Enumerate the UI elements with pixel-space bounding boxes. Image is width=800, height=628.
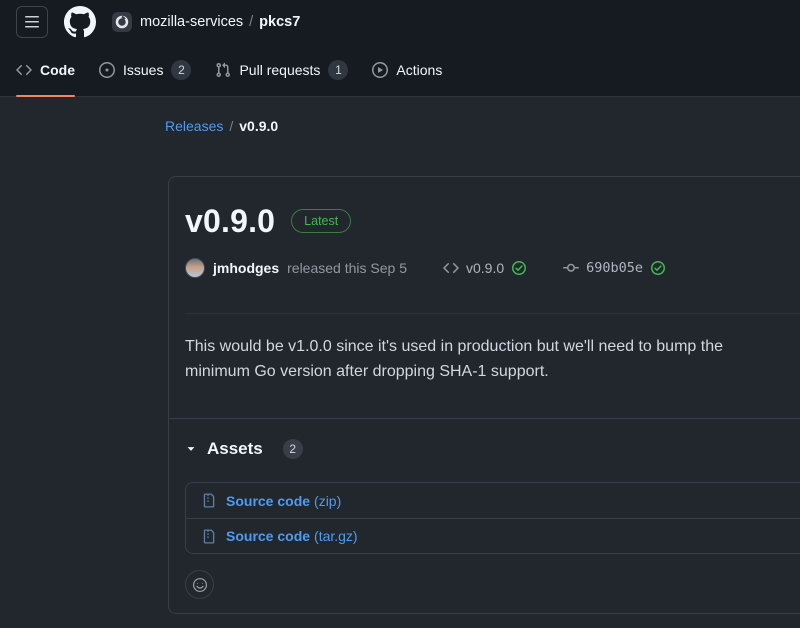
github-logo-icon[interactable]	[64, 6, 96, 38]
released-text: released this Sep 5	[287, 260, 407, 276]
current-release: v0.9.0	[239, 118, 278, 134]
pull-requests-count-badge: 1	[328, 60, 348, 80]
release-meta: jmhodges released this Sep 5 v0.9.0	[185, 257, 800, 279]
asset-row: Source code(zip)	[186, 483, 800, 518]
org-avatar[interactable]	[112, 12, 132, 32]
caret-down-icon	[185, 443, 197, 455]
tab-issues[interactable]: Issues 2	[91, 47, 199, 93]
verified-check-icon	[650, 260, 666, 276]
git-commit-icon	[563, 260, 579, 276]
author-name[interactable]: jmhodges	[213, 260, 279, 276]
tab-code[interactable]: Code	[8, 47, 83, 93]
git-pull-request-icon	[215, 62, 231, 78]
assets-section: Assets 2 Source code(zip) Source	[169, 418, 800, 615]
asset-link-targz[interactable]: Source code(tar.gz)	[226, 528, 358, 544]
tag-code-icon	[443, 260, 459, 276]
tab-label: Issues	[123, 62, 163, 78]
global-header: mozilla-services / pkcs7	[0, 0, 800, 44]
assets-title: Assets	[207, 439, 263, 459]
repo-nav-tabs: Code Issues 2 Pull requests 1 Actions	[0, 44, 800, 97]
release-description: This would be v1.0.0 since it's used in …	[185, 314, 769, 418]
issues-count-badge: 2	[171, 60, 191, 80]
code-icon	[16, 62, 32, 78]
assets-list: Source code(zip) Source code(tar.gz)	[185, 482, 800, 554]
hamburger-menu-button[interactable]	[16, 6, 48, 38]
assets-count-badge: 2	[283, 439, 303, 459]
file-zip-icon	[202, 529, 217, 544]
add-reaction-button[interactable]	[185, 570, 214, 599]
breadcrumb-separator: /	[229, 118, 233, 134]
commit-ref[interactable]: 690b05e	[563, 260, 666, 276]
smiley-icon	[192, 577, 208, 593]
release-header: v0.9.0 Latest jmhodges released this Sep…	[169, 177, 800, 418]
release-breadcrumb: Releases / v0.9.0	[165, 118, 800, 134]
breadcrumb-separator: /	[249, 14, 253, 30]
asset-link-zip[interactable]: Source code(zip)	[226, 493, 341, 509]
org-link[interactable]: mozilla-services	[140, 14, 243, 30]
github-release-page: mozilla-services / pkcs7 Code Issues 2 P…	[0, 0, 800, 614]
asset-row: Source code(tar.gz)	[186, 518, 800, 553]
tab-label: Pull requests	[239, 62, 320, 78]
tab-pull-requests[interactable]: Pull requests 1	[207, 47, 356, 93]
author-avatar[interactable]	[185, 258, 205, 278]
verified-check-icon	[511, 260, 527, 276]
tag-ref[interactable]: v0.9.0	[443, 260, 527, 276]
commit-sha: 690b05e	[586, 260, 643, 276]
assets-header[interactable]: Assets 2	[185, 439, 800, 459]
tag-name: v0.9.0	[466, 260, 504, 276]
three-bars-icon	[24, 14, 40, 30]
releases-link[interactable]: Releases	[165, 118, 223, 134]
play-circle-icon	[372, 62, 388, 78]
repo-link[interactable]: pkcs7	[259, 14, 300, 30]
release-title: v0.9.0	[185, 203, 275, 240]
tab-label: Code	[40, 62, 75, 78]
latest-badge: Latest	[291, 209, 351, 233]
file-zip-icon	[202, 493, 217, 508]
release-title-row: v0.9.0 Latest	[185, 201, 800, 241]
repo-breadcrumb: mozilla-services / pkcs7	[140, 14, 300, 30]
tab-label: Actions	[396, 62, 442, 78]
release-card: v0.9.0 Latest jmhodges released this Sep…	[168, 176, 800, 614]
issue-opened-icon	[99, 62, 115, 78]
tab-actions[interactable]: Actions	[364, 47, 450, 93]
release-main: Releases / v0.9.0 v0.9.0 Latest jmhodges…	[0, 97, 800, 614]
